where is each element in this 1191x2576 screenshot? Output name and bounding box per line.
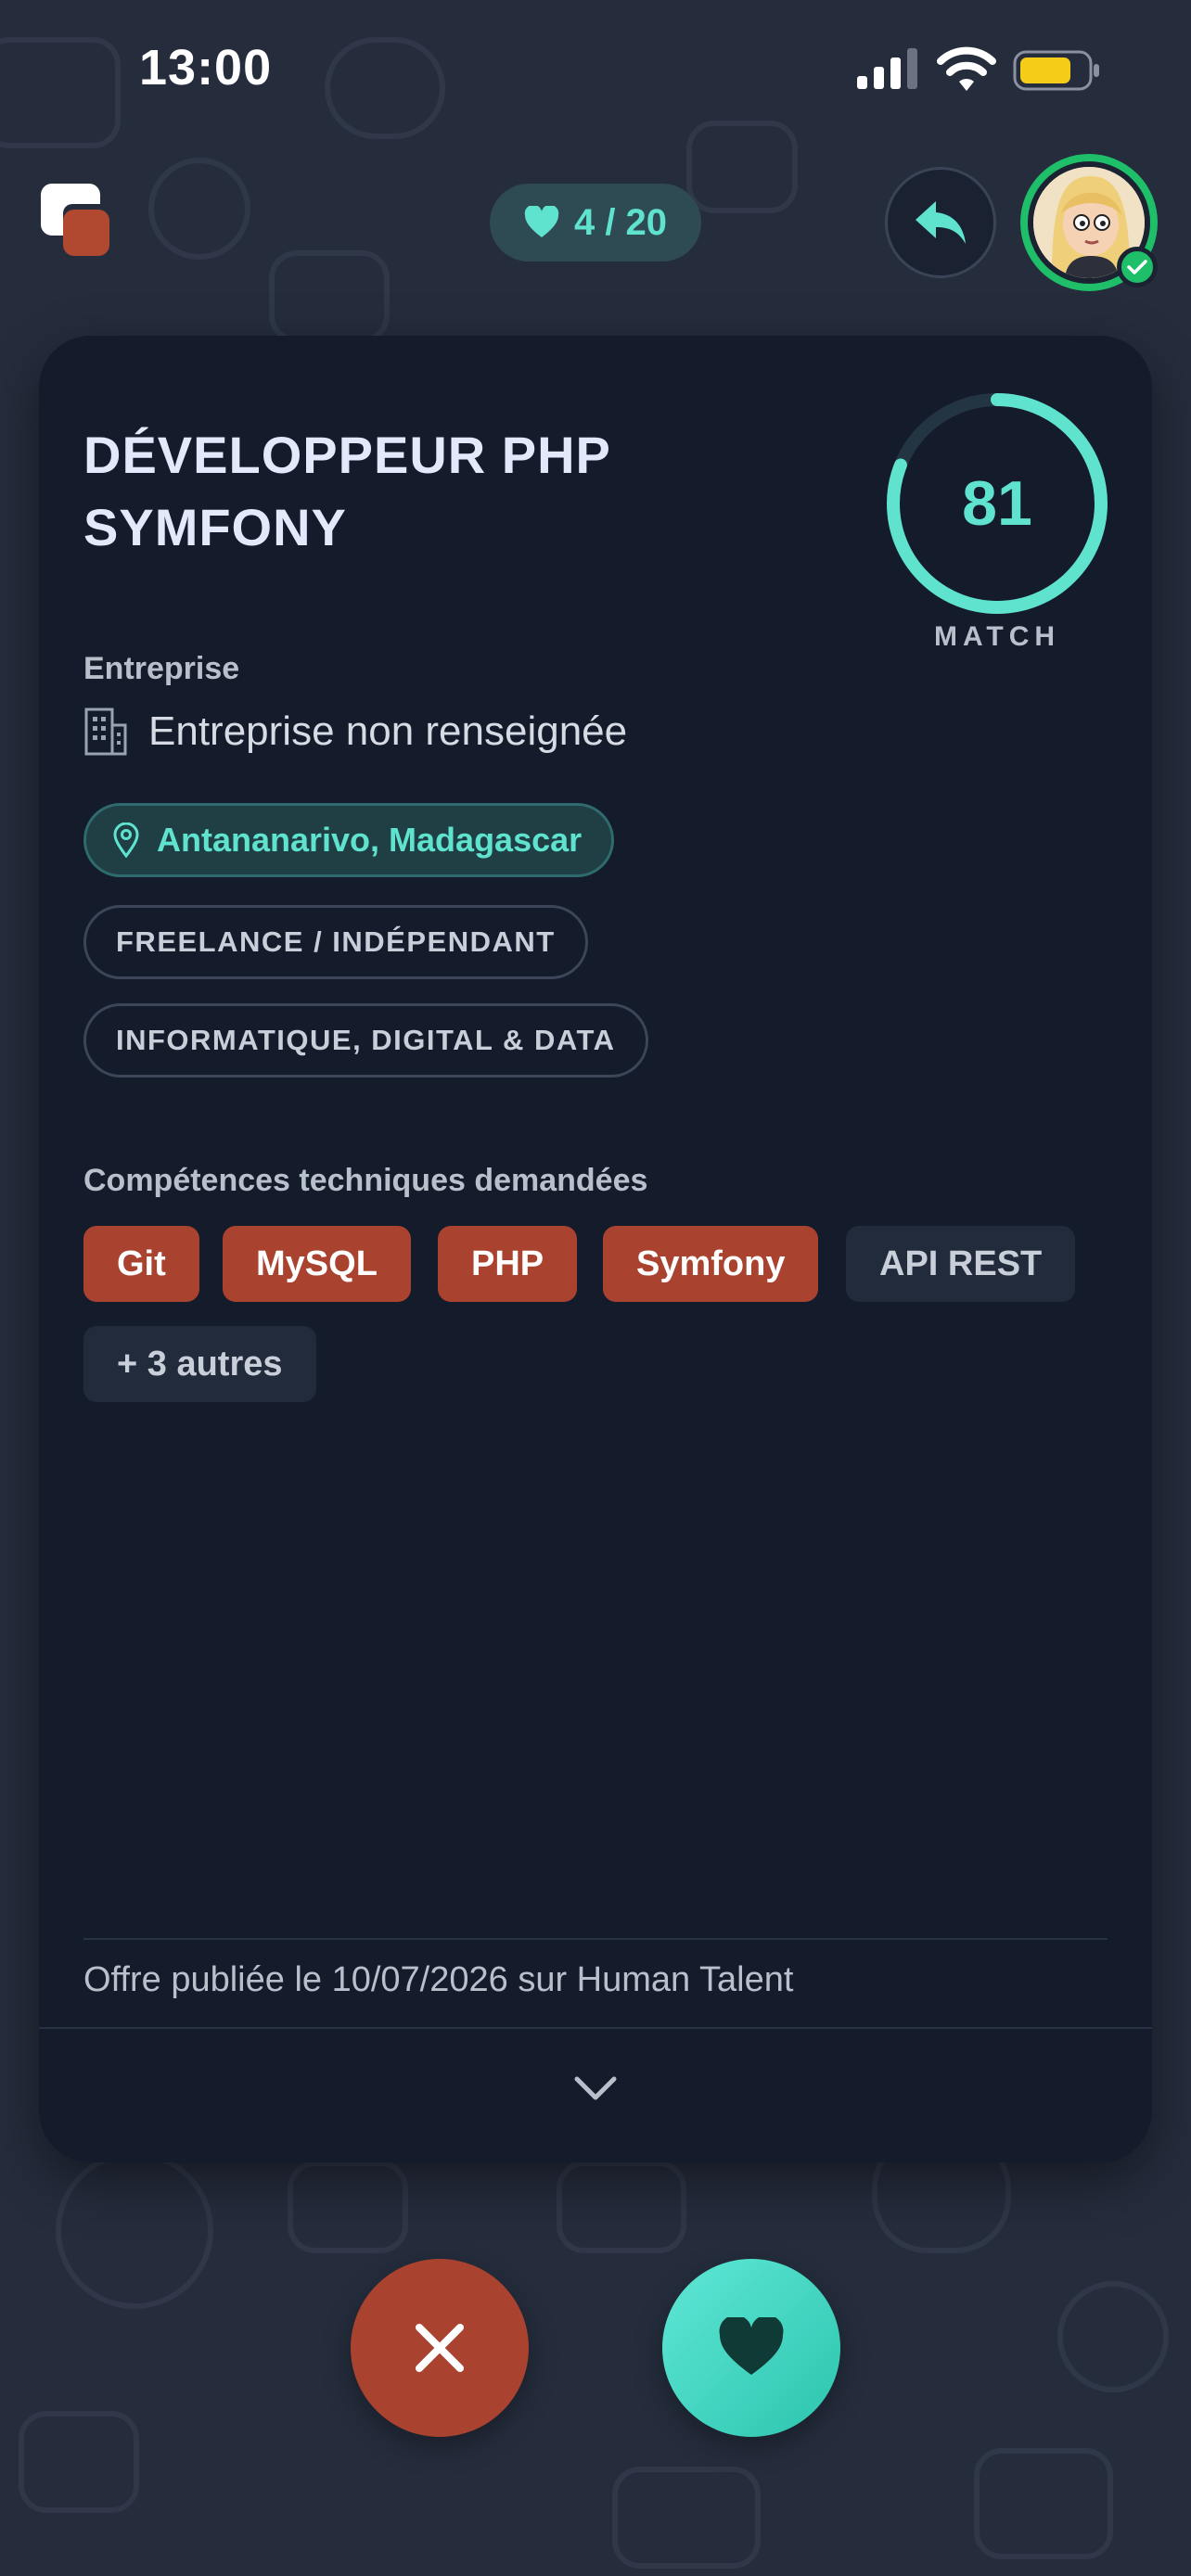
wifi-icon xyxy=(937,46,996,91)
heart-icon xyxy=(524,206,559,237)
battery-icon xyxy=(1013,50,1099,91)
app-logo-icon xyxy=(41,184,109,256)
reject-button[interactable] xyxy=(351,2259,529,2437)
location-chip: Antananarivo, Madagascar xyxy=(83,803,615,877)
company-label: Entreprise xyxy=(83,651,240,686)
skill-chip: MySQL xyxy=(223,1226,411,1302)
cellular-signal-icon xyxy=(857,48,917,89)
close-icon xyxy=(416,2324,464,2372)
skill-chip: API REST xyxy=(846,1226,1076,1302)
status-time: 13:00 xyxy=(139,40,273,96)
sector-tag: INFORMATIQUE, DIGITAL & DATA xyxy=(83,1003,648,1078)
building-icon xyxy=(84,708,127,756)
company-row: Entreprise non renseignée xyxy=(83,707,627,757)
heart-icon xyxy=(719,2317,784,2375)
undo-arrow-icon xyxy=(916,201,966,244)
skill-chip: Symfony xyxy=(603,1226,819,1302)
location-text: Antananarivo, Madagascar xyxy=(157,821,583,859)
likes-counter-text: 4 / 20 xyxy=(573,201,668,243)
skills-label: Compétences techniques demandées xyxy=(83,1163,648,1198)
more-skills-chip[interactable]: + 3 autres xyxy=(83,1326,316,1402)
skill-chip: PHP xyxy=(438,1226,578,1302)
match-score: 81 xyxy=(962,468,1032,539)
skill-chip: Git xyxy=(83,1226,199,1302)
status-bar: 13:00 xyxy=(0,0,1191,139)
chevron-down-icon xyxy=(574,2076,617,2100)
expand-details-button[interactable] xyxy=(540,2051,651,2125)
match-label: MATCH xyxy=(933,621,1061,652)
published-info: Offre publiée le 10/07/2026 sur Human Ta… xyxy=(83,1960,794,1999)
divider xyxy=(83,1938,1108,1940)
job-title: DÉVELOPPEUR PHP SYMFONY xyxy=(83,426,610,556)
likes-counter: 4 / 20 xyxy=(490,184,701,261)
undo-button[interactable] xyxy=(885,167,996,278)
location-pin-icon xyxy=(113,823,139,858)
company-name: Entreprise non renseignée xyxy=(148,708,628,754)
user-avatar[interactable] xyxy=(1020,154,1158,291)
contract-type-tag: FREELANCE / INDÉPENDANT xyxy=(83,905,588,979)
like-button[interactable] xyxy=(662,2259,840,2437)
verified-check-icon xyxy=(1117,247,1158,287)
job-card[interactable]: DÉVELOPPEUR PHP SYMFONY 81 MATCH Entrepr… xyxy=(39,336,1152,2162)
divider xyxy=(39,2027,1152,2029)
